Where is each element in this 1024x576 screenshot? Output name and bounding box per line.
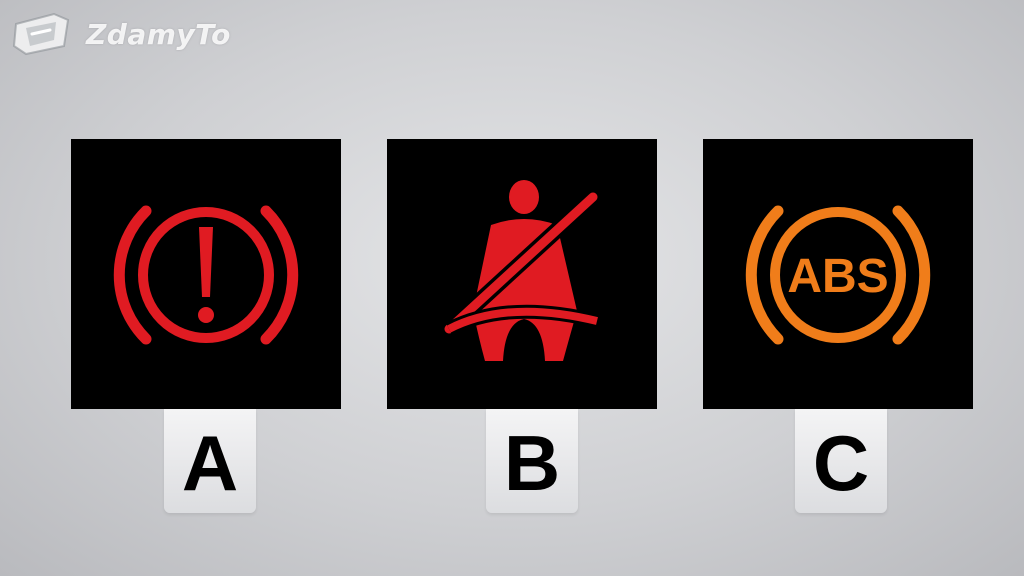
option-c-panel[interactable]: ABS — [703, 139, 973, 409]
seatbelt-warning-icon — [441, 180, 601, 361]
brake-warning-icon — [113, 205, 299, 345]
brand-logo: ZdamyTo — [10, 10, 240, 60]
option-b-panel[interactable] — [387, 139, 657, 409]
brand-name: ZdamyTo — [86, 18, 231, 51]
option-b-letter: B — [503, 419, 561, 507]
option-a-panel[interactable] — [71, 139, 341, 409]
option-a-letter: A — [181, 419, 239, 507]
abs-warning-icon: ABS — [745, 205, 931, 345]
option-c-label-tab[interactable]: C — [795, 409, 887, 513]
abs-label: ABS — [787, 250, 888, 303]
option-c-letter: C — [812, 419, 870, 507]
option-b-label-tab[interactable]: B — [486, 409, 578, 513]
logo-mark-icon — [12, 12, 70, 56]
option-a-label-tab[interactable]: A — [164, 409, 256, 513]
